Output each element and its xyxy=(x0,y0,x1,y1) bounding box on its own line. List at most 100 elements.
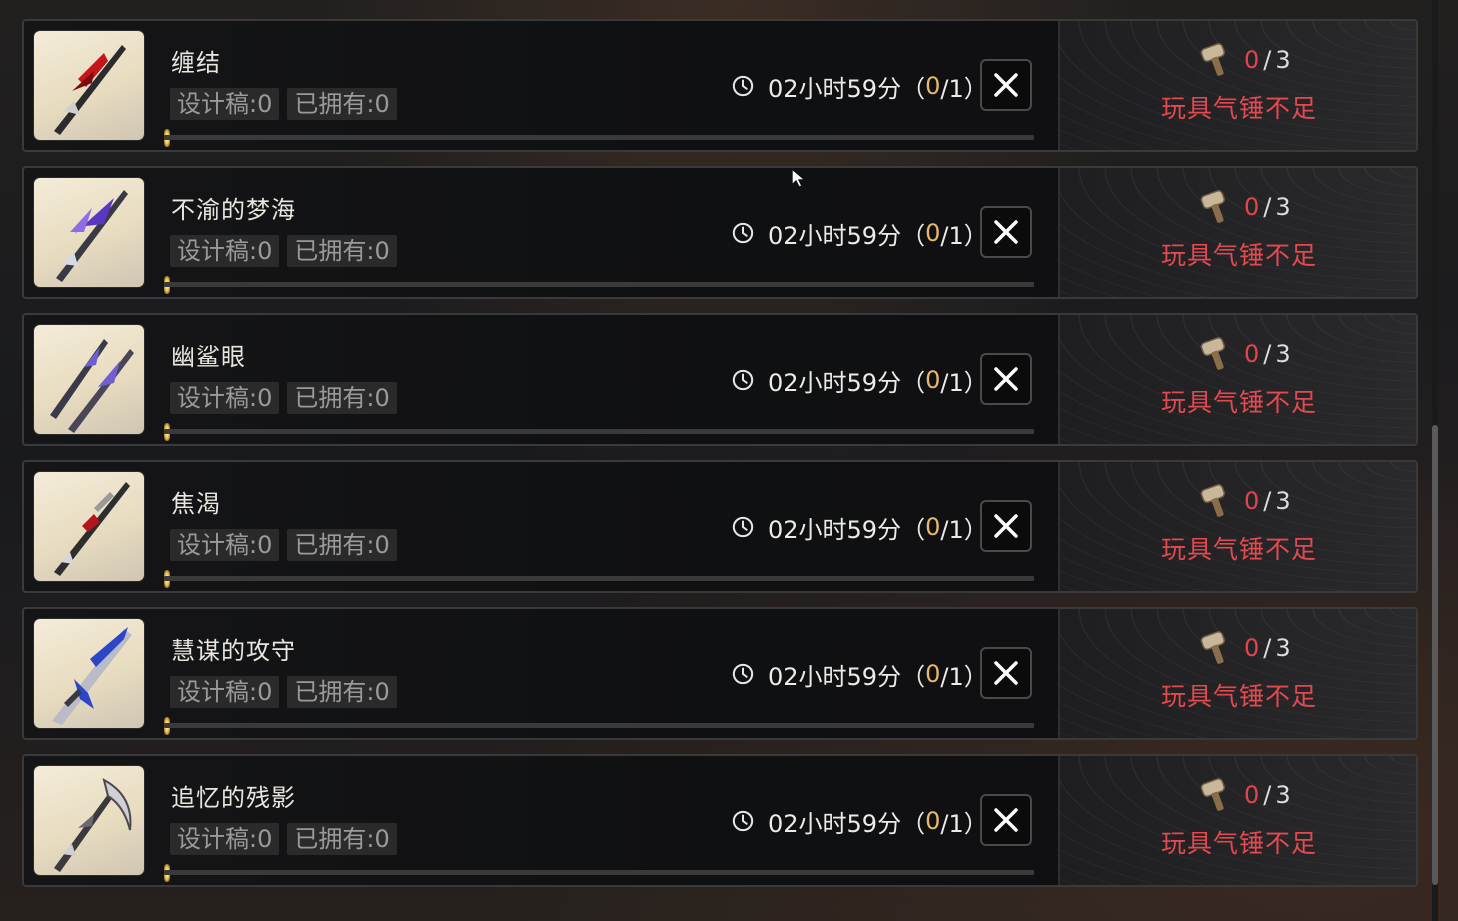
hammer-have: 0 xyxy=(1244,781,1260,809)
accelerate-panel[interactable]: 0 / 3 玩具气锤不足 xyxy=(1058,462,1416,591)
accelerate-panel[interactable]: 0 / 3 玩具气锤不足 xyxy=(1058,21,1416,150)
timer-text: 02小时59分 xyxy=(768,221,902,250)
close-icon xyxy=(994,367,1018,391)
count-open: （ xyxy=(901,368,926,397)
queue-item: 缠结 设计稿:0 已拥有:0 02小时59分 （ 0 /1） 0 / 3 玩具气… xyxy=(22,19,1418,152)
hammer-sep: / xyxy=(1263,46,1272,74)
crafting-queue-list: 缠结 设计稿:0 已拥有:0 02小时59分 （ 0 /1） 0 / 3 玩具气… xyxy=(22,19,1418,901)
mouse-cursor-icon xyxy=(791,167,807,188)
twin-blades-icon xyxy=(34,325,144,434)
timer-text: 02小时59分 xyxy=(768,809,902,838)
timer-text: 02小时59分 xyxy=(768,74,902,103)
close-icon xyxy=(994,220,1018,244)
accelerate-panel[interactable]: 0 / 3 玩具气锤不足 xyxy=(1058,609,1416,738)
item-name: 焦渴 xyxy=(171,490,221,518)
clock-icon xyxy=(732,663,754,685)
accelerate-panel[interactable]: 0 / 3 玩具气锤不足 xyxy=(1058,315,1416,444)
design-count-tag: 设计稿:0 xyxy=(170,88,280,120)
timer-text: 02小时59分 xyxy=(768,662,902,691)
item-name: 不渝的梦海 xyxy=(171,196,296,224)
count-done: 0 xyxy=(925,513,941,541)
clock-icon xyxy=(732,222,754,244)
count-open: （ xyxy=(901,221,926,250)
hammer-count: 0 / 3 xyxy=(1200,43,1291,77)
count-done: 0 xyxy=(925,660,941,688)
craft-timer: 02小时59分 （ 0 /1） xyxy=(732,363,988,397)
hammer-need: 3 xyxy=(1275,781,1291,809)
toy-hammer-icon xyxy=(1200,631,1226,664)
hammer-need: 3 xyxy=(1275,46,1291,74)
craft-timer: 02小时59分 （ 0 /1） xyxy=(732,216,988,250)
clock-icon xyxy=(732,810,754,832)
close-icon xyxy=(994,808,1018,832)
hammer-have: 0 xyxy=(1244,46,1260,74)
progress-bar xyxy=(164,429,1034,434)
cancel-button[interactable] xyxy=(980,500,1032,552)
insufficient-warning: 玩具气锤不足 xyxy=(1160,94,1317,123)
progress-bar xyxy=(164,870,1034,875)
hammer-need: 3 xyxy=(1275,340,1291,368)
accelerate-panel[interactable]: 0 / 3 玩具气锤不足 xyxy=(1058,756,1416,885)
accelerate-panel[interactable]: 0 / 3 玩具气锤不足 xyxy=(1058,168,1416,297)
insufficient-warning: 玩具气锤不足 xyxy=(1160,829,1317,858)
queue-item: 幽鲨眼 设计稿:0 已拥有:0 02小时59分 （ 0 /1） 0 / 3 玩具… xyxy=(22,313,1418,446)
toy-hammer-icon xyxy=(1200,484,1226,517)
count-done: 0 xyxy=(925,807,941,835)
design-count-tag: 设计稿:0 xyxy=(170,676,280,708)
craft-timer: 02小时59分 （ 0 /1） xyxy=(732,657,988,691)
cancel-button[interactable] xyxy=(980,647,1032,699)
hammer-have: 0 xyxy=(1244,487,1260,515)
cancel-button[interactable] xyxy=(980,206,1032,258)
toy-hammer-icon xyxy=(1200,337,1226,370)
progress-bar xyxy=(164,135,1034,140)
cancel-button[interactable] xyxy=(980,794,1032,846)
count-open: （ xyxy=(901,74,926,103)
scrollbar-thumb[interactable] xyxy=(1432,425,1438,885)
progress-bar xyxy=(164,576,1034,581)
scrollbar[interactable] xyxy=(1432,0,1438,921)
queue-item: 焦渴 设计稿:0 已拥有:0 02小时59分 （ 0 /1） 0 / 3 玩具气… xyxy=(22,460,1418,593)
blue-greatsword-icon xyxy=(34,619,144,728)
hammer-count: 0 / 3 xyxy=(1200,778,1291,812)
toy-hammer-icon xyxy=(1200,778,1226,811)
timer-text: 02小时59分 xyxy=(768,515,902,544)
hammer-have: 0 xyxy=(1244,340,1260,368)
close-icon xyxy=(994,661,1018,685)
hammer-need: 3 xyxy=(1275,634,1291,662)
owned-count-tag: 已拥有:0 xyxy=(287,676,397,708)
item-name: 缠结 xyxy=(171,49,221,77)
hammer-need: 3 xyxy=(1275,193,1291,221)
count-done: 0 xyxy=(925,366,941,394)
insufficient-warning: 玩具气锤不足 xyxy=(1160,388,1317,417)
item-name: 幽鲨眼 xyxy=(171,343,246,371)
hammer-sep: / xyxy=(1263,781,1272,809)
hammer-have: 0 xyxy=(1244,193,1260,221)
hammer-sep: / xyxy=(1263,634,1272,662)
count-open: （ xyxy=(901,662,926,691)
craft-timer: 02小时59分 （ 0 /1） xyxy=(732,804,988,838)
insufficient-warning: 玩具气锤不足 xyxy=(1160,682,1317,711)
hammer-sep: / xyxy=(1263,340,1272,368)
owned-count-tag: 已拥有:0 xyxy=(287,235,397,267)
queue-item: 不渝的梦海 设计稿:0 已拥有:0 02小时59分 （ 0 /1） 0 / 3 … xyxy=(22,166,1418,299)
clock-icon xyxy=(732,516,754,538)
design-count-tag: 设计稿:0 xyxy=(170,235,280,267)
hammer-count: 0 / 3 xyxy=(1200,190,1291,224)
crescent-scythe-icon xyxy=(34,766,144,875)
clock-icon xyxy=(732,369,754,391)
cancel-button[interactable] xyxy=(980,59,1032,111)
count-done: 0 xyxy=(925,72,941,100)
insufficient-warning: 玩具气锤不足 xyxy=(1160,535,1317,564)
design-count-tag: 设计稿:0 xyxy=(170,823,280,855)
design-count-tag: 设计稿:0 xyxy=(170,382,280,414)
hammer-count: 0 / 3 xyxy=(1200,337,1291,371)
item-name: 追忆的残影 xyxy=(171,784,296,812)
cancel-button[interactable] xyxy=(980,353,1032,405)
hammer-sep: / xyxy=(1263,487,1272,515)
hammer-count: 0 / 3 xyxy=(1200,631,1291,665)
craft-timer: 02小时59分 （ 0 /1） xyxy=(732,510,988,544)
insufficient-warning: 玩具气锤不足 xyxy=(1160,241,1317,270)
progress-bar xyxy=(164,723,1034,728)
design-count-tag: 设计稿:0 xyxy=(170,529,280,561)
owned-count-tag: 已拥有:0 xyxy=(287,88,397,120)
